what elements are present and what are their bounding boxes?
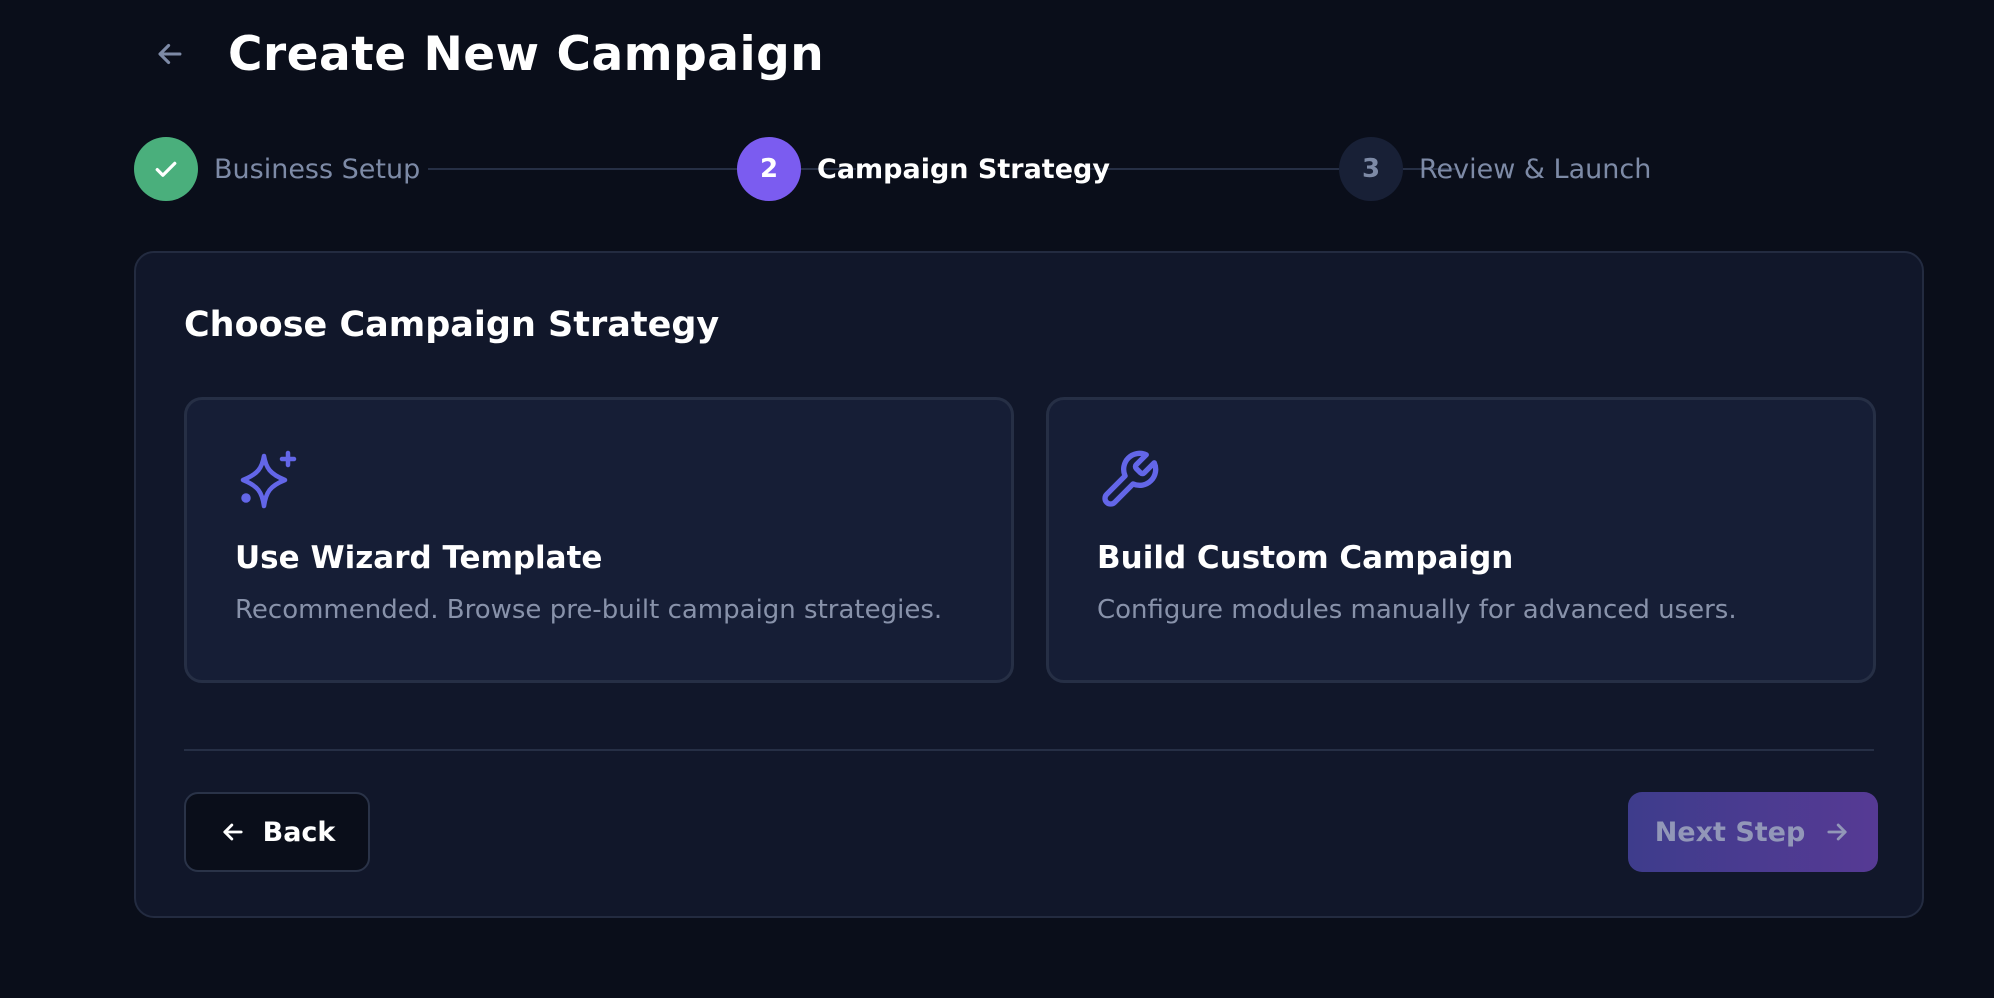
step-label: Campaign Strategy: [817, 153, 1110, 185]
option-title: Build Custom Campaign: [1097, 540, 1514, 576]
custom-campaign-option[interactable]: Build Custom Campaign Configure modules …: [1046, 397, 1876, 683]
header-back-button[interactable]: [134, 18, 206, 90]
step-label: Business Setup: [214, 153, 421, 185]
next-step-button-label: Next Step: [1654, 816, 1806, 848]
step-number: 2: [737, 137, 801, 201]
step-review-launch[interactable]: 3 Review & Launch: [1339, 137, 1651, 201]
check-icon: [155, 161, 177, 177]
progress-stepper: Business Setup 2 Campaign Strategy 3 Rev…: [134, 137, 1664, 201]
sparkles-icon: [240, 450, 297, 509]
strategy-card: Choose Campaign Strategy Use Wizard Temp…: [134, 251, 1924, 918]
page-title: Create New Campaign: [228, 26, 825, 82]
wrench-icon: [1102, 450, 1159, 507]
back-button[interactable]: Back: [184, 792, 370, 872]
page-header: Create New Campaign: [134, 18, 824, 90]
option-title: Use Wizard Template: [235, 540, 603, 576]
option-description: Recommended. Browse pre-built campaign s…: [235, 595, 943, 625]
next-step-button[interactable]: Next Step: [1628, 792, 1878, 872]
create-campaign-page: Create New Campaign Business Setup 2 Cam…: [0, 0, 1994, 998]
arrow-left-icon: [223, 823, 243, 841]
step-number: 3: [1339, 137, 1403, 201]
back-button-label: Back: [262, 816, 336, 848]
footer-divider: [184, 749, 1874, 751]
arrow-left-icon: [158, 43, 182, 65]
card-title: Choose Campaign Strategy: [184, 305, 720, 345]
step-campaign-strategy[interactable]: 2 Campaign Strategy: [737, 137, 1110, 201]
arrow-right-icon: [1827, 823, 1847, 841]
wizard-template-option[interactable]: Use Wizard Template Recommended. Browse …: [184, 397, 1014, 683]
step-completed-marker: [134, 137, 198, 201]
step-business-setup[interactable]: Business Setup: [134, 137, 420, 201]
step-label: Review & Launch: [1419, 153, 1652, 185]
option-description: Configure modules manually for advanced …: [1097, 595, 1737, 625]
